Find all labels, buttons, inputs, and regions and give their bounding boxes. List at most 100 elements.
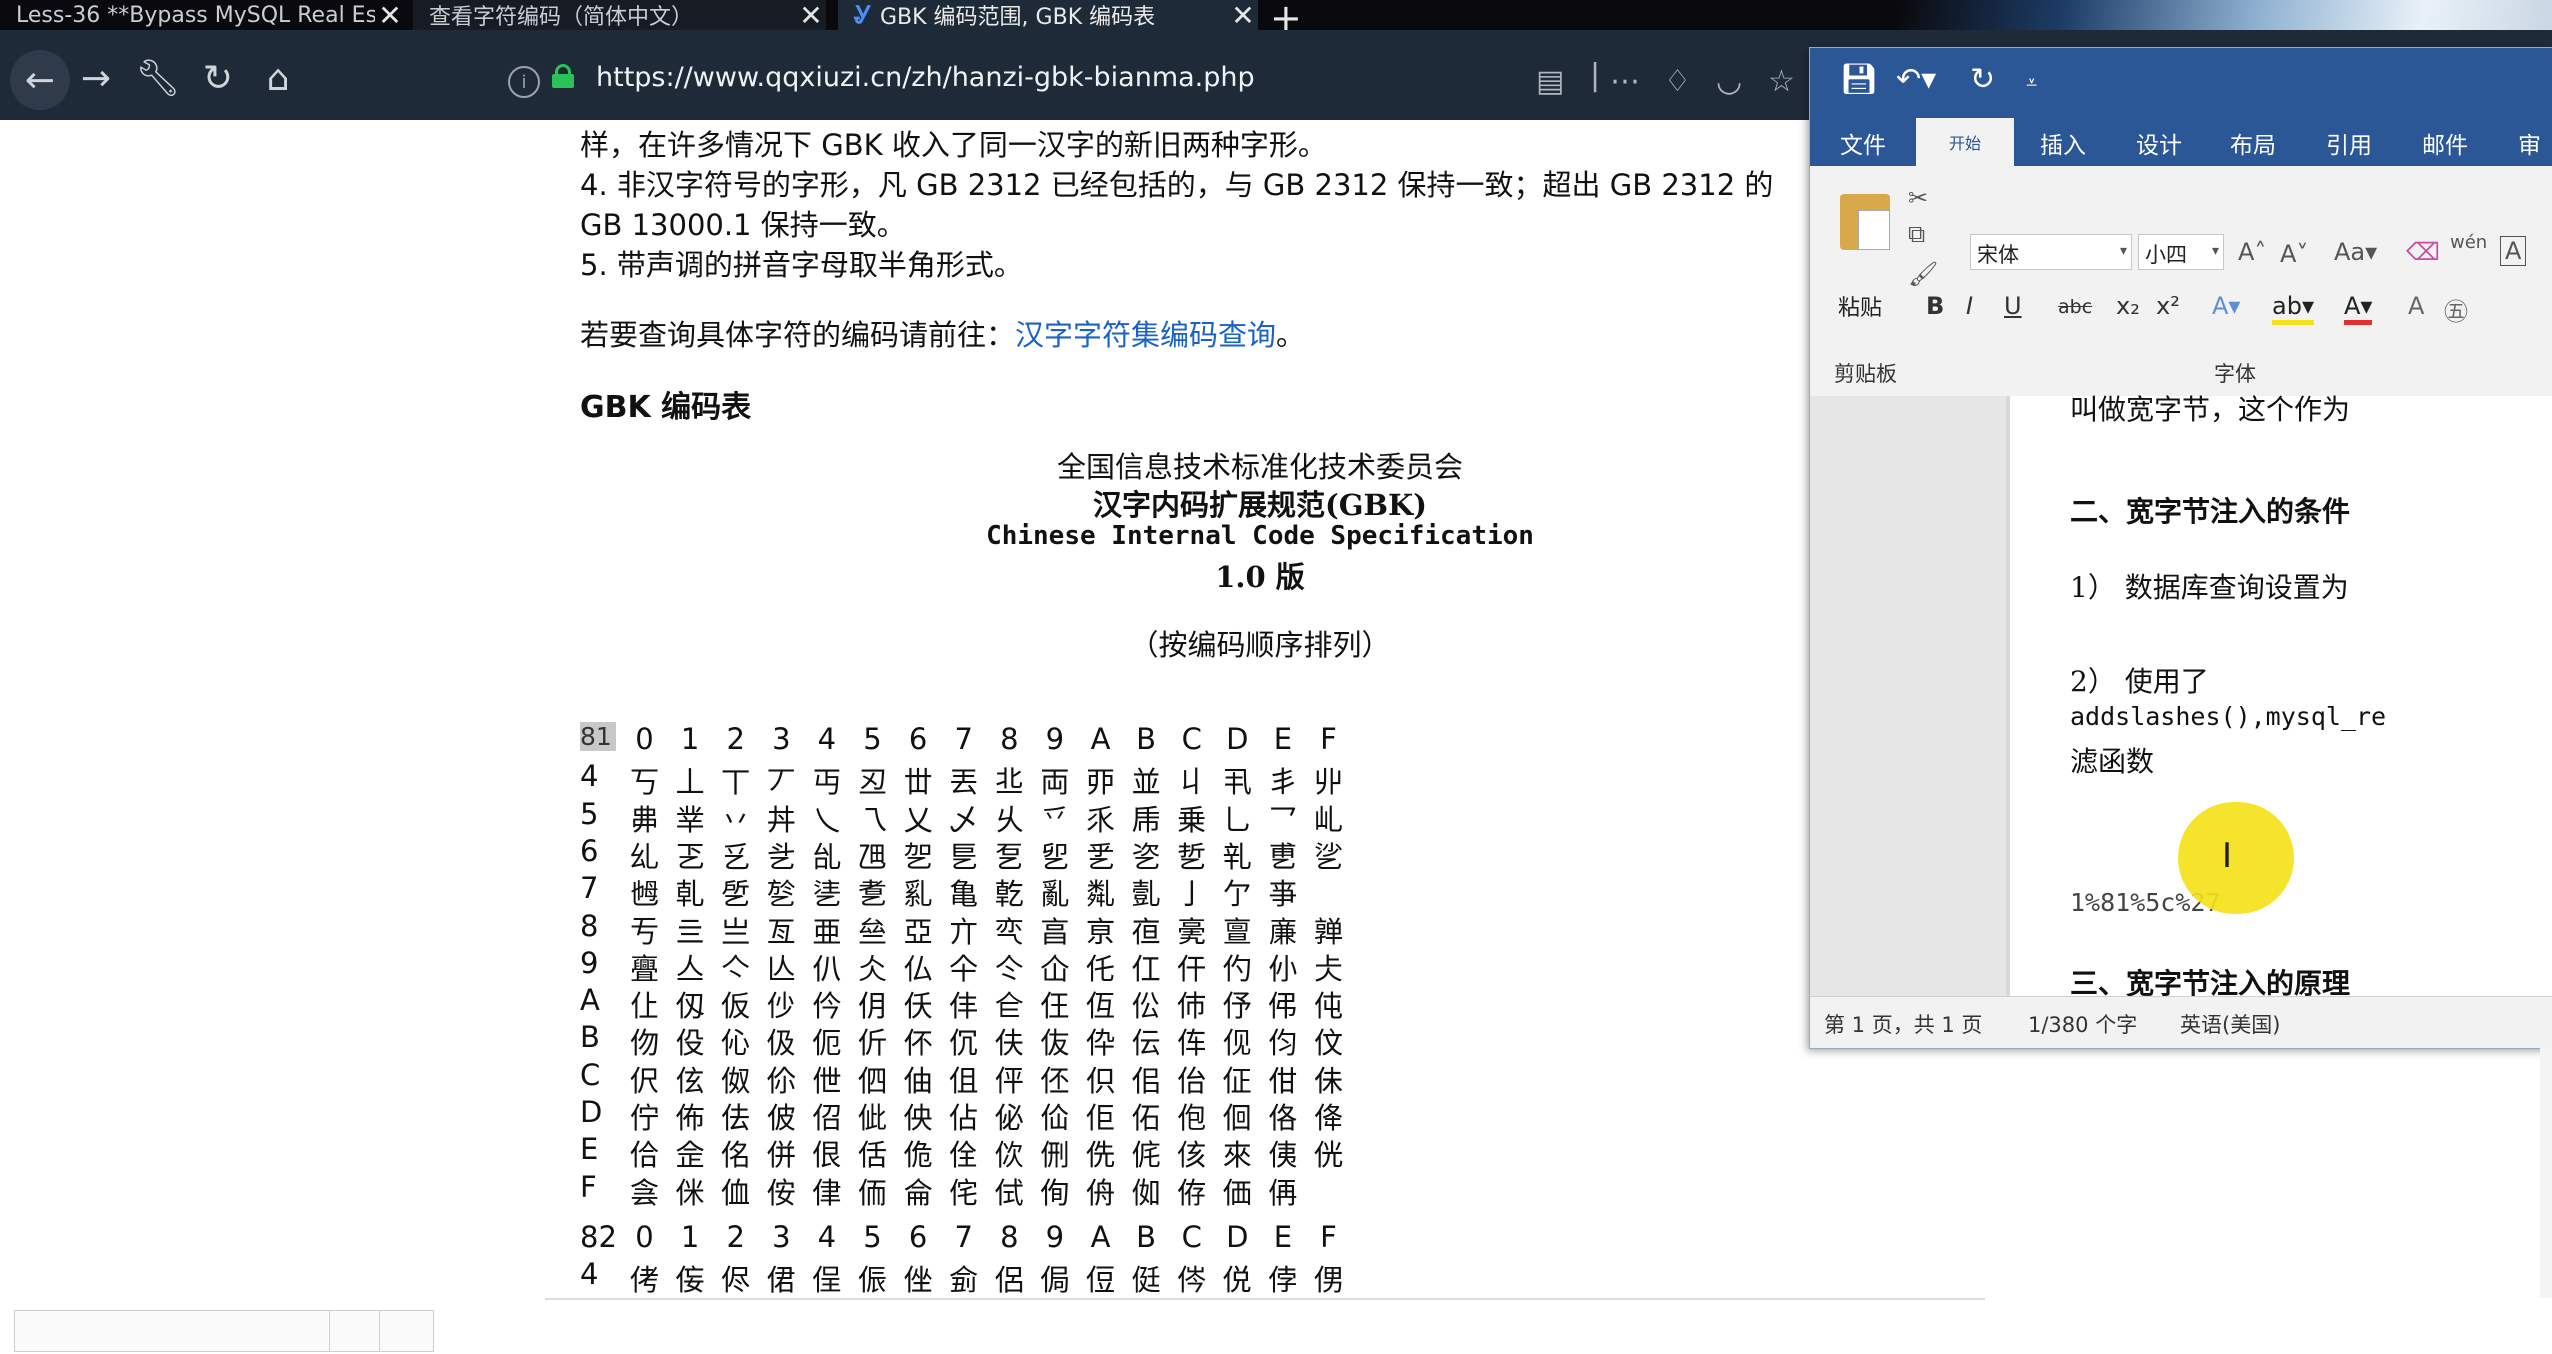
page-count[interactable]: 第 1 页，共 1 页 — [1824, 1009, 1982, 1039]
grid-character: 伨 — [1268, 1026, 1298, 1061]
charset-query-link[interactable]: 汉字字符集编码查询 — [1015, 318, 1276, 352]
grid-row-label: 5 — [580, 796, 599, 831]
grid-character: 乻 — [766, 877, 796, 912]
address-bar[interactable]: https://www.qqxiuzi.cn/zh/hanzi-gbk-bian… — [596, 62, 1255, 93]
tab-less36[interactable]: Less-36 **Bypass MySQL Real Es ✕ — [0, 0, 405, 30]
font-color-icon[interactable]: A▾ — [2344, 292, 2373, 325]
shrink-font-icon[interactable]: A˅ — [2280, 240, 2308, 268]
undo-icon[interactable]: ↶▾ — [1896, 62, 1936, 97]
tab-insert[interactable]: 插入 — [2040, 126, 2086, 160]
grid-character: 伇 — [675, 1026, 705, 1061]
grid-character: 乽 — [857, 877, 887, 912]
superscript-button[interactable]: x² — [2156, 292, 2180, 320]
clear-format-icon[interactable]: ⌫ — [2406, 238, 2440, 266]
close-tab-icon[interactable]: ✕ — [375, 0, 405, 30]
cut-icon[interactable]: ✂ — [1908, 184, 1928, 212]
background-image — [1900, 0, 2552, 30]
bookmark-star-icon[interactable]: ☆ — [1768, 64, 1795, 99]
paste-button[interactable]: 粘贴 — [1838, 290, 1882, 322]
grid-character: 侫 — [675, 1263, 705, 1298]
grid-character: 伬 — [629, 1063, 659, 1098]
phonetic-guide-icon[interactable]: wén — [2450, 232, 2487, 253]
grid-character: 丏 — [812, 765, 842, 800]
grid-character: 丄 — [675, 765, 705, 800]
customize-toolbar-icon[interactable]: ⩡ — [2026, 70, 2037, 94]
save-icon[interactable]: 💾︎ — [1840, 62, 1878, 97]
grid-row-label: E — [580, 1132, 599, 1167]
grid-character: 佺 — [949, 1138, 979, 1173]
grid-character: 乕 — [1131, 802, 1161, 837]
grid-character: 仛 — [1085, 951, 1115, 986]
grid-character: 亪 — [994, 914, 1024, 949]
status-bar: 第 1 页，共 1 页 1/380 个字 英语(美国) — [1810, 996, 2552, 1048]
grid-character: 佖 — [994, 1101, 1024, 1135]
grid-column-header: 5 — [863, 722, 882, 756]
reload-icon[interactable]: ↻ — [190, 50, 246, 106]
text-effects-icon[interactable]: A▾ — [2212, 292, 2240, 320]
home-icon[interactable]: ⌂ — [250, 50, 306, 106]
grid-character: 佫 — [1268, 1101, 1298, 1135]
tab-design[interactable]: 设计 — [2136, 126, 2182, 160]
tab-gbk-table[interactable]: Ꮍ GBK 编码范围, GBK 编码表 ✕ — [838, 0, 1258, 30]
character-border-icon[interactable]: A — [2500, 236, 2527, 266]
change-case-icon[interactable]: Aa▾ — [2334, 238, 2377, 266]
tab-char-encoding[interactable]: 查看字符编码（简体中文） ✕ — [413, 0, 826, 30]
paste-icon[interactable] — [1840, 194, 1890, 250]
grid-character: 仧 — [1313, 951, 1343, 986]
scrollbar[interactable] — [2540, 1048, 2552, 1298]
format-painter-icon[interactable]: 🖌︎ — [1908, 260, 1938, 288]
bulb-icon[interactable]: ♢ — [1664, 64, 1691, 99]
grid-character: 乲 — [1131, 839, 1161, 874]
reader-mode-icon[interactable]: ▤ — [1536, 64, 1564, 99]
grid-character: 仹 — [949, 989, 979, 1024]
document-page[interactable]: 叫做宽字节，这个作为 二、宽字节注入的条件 1） 数据库查询设置为 2） 使用了… — [2010, 393, 2552, 1000]
pocket-icon[interactable]: ◡ — [1716, 64, 1742, 99]
subscript-button[interactable]: x₂ — [2116, 292, 2140, 320]
grid-column-header: 5 — [863, 1220, 882, 1254]
grid-character: 仜 — [1131, 951, 1161, 986]
word-count[interactable]: 1/380 个字 — [2028, 1009, 2137, 1039]
font-size-select[interactable]: 小四 ▾ — [2138, 234, 2224, 270]
new-tab-button[interactable]: + — [1270, 0, 1302, 30]
grid-column-header: F — [1320, 1220, 1337, 1254]
forward-arrow-icon[interactable]: → — [68, 50, 124, 106]
close-tab-icon[interactable]: ✕ — [1228, 0, 1258, 30]
grid-character: 侱 — [812, 1263, 842, 1298]
grid-character: 丯 — [1268, 765, 1298, 800]
close-tab-icon[interactable]: ✕ — [796, 0, 826, 30]
highlight-icon[interactable]: ab▾ — [2272, 292, 2314, 325]
strikethrough-button[interactable]: abc — [2058, 296, 2092, 318]
back-arrow-icon[interactable]: ← — [10, 50, 70, 110]
wrench-icon[interactable]: 🔧︎ — [130, 50, 186, 106]
grid-character: 丆 — [766, 765, 796, 800]
chevron-down-icon: ▾ — [2211, 243, 2219, 259]
underline-button[interactable]: U — [2004, 292, 2022, 320]
grid-character: 伜 — [1085, 1026, 1115, 1061]
redo-icon[interactable]: ↻ — [1970, 62, 1995, 97]
more-icon[interactable]: ⋯ — [1610, 64, 1640, 99]
copy-icon[interactable]: ⧉ — [1908, 220, 1925, 248]
bold-button[interactable]: B — [1926, 292, 1944, 320]
grid-character: 丟 — [949, 765, 979, 800]
grid-character: 侕 — [857, 1175, 887, 1210]
info-icon[interactable]: i — [508, 66, 540, 98]
grid-character: 侤 — [629, 1263, 659, 1298]
tab-home[interactable]: 开始 — [1916, 118, 2014, 166]
character-shading-icon[interactable]: A — [2408, 292, 2424, 320]
tab-mailings[interactable]: 邮件 — [2422, 126, 2468, 160]
tab-references[interactable]: 引用 — [2326, 126, 2372, 160]
language-indicator[interactable]: 英语(美国) — [2180, 1009, 2280, 1039]
grid-character: 伡 — [1177, 1026, 1207, 1061]
grid-character: 丩 — [1177, 765, 1207, 800]
grid-character: 伂 — [1177, 989, 1207, 1024]
grid-column-header: B — [1136, 1220, 1157, 1254]
enclose-characters-icon[interactable]: ㊄ — [2444, 292, 2468, 327]
italic-button[interactable]: I — [1966, 292, 1973, 320]
tab-layout[interactable]: 布局 — [2230, 126, 2276, 160]
grid-character: 侓 — [812, 1175, 842, 1210]
tab-file[interactable]: 文件 — [1840, 126, 1886, 160]
font-name-select[interactable]: 宋体 ▾ — [1970, 234, 2132, 270]
grow-font-icon[interactable]: A˄ — [2238, 238, 2266, 266]
grid-character: 仈 — [812, 951, 842, 986]
grid-row-label: B — [580, 1020, 600, 1055]
